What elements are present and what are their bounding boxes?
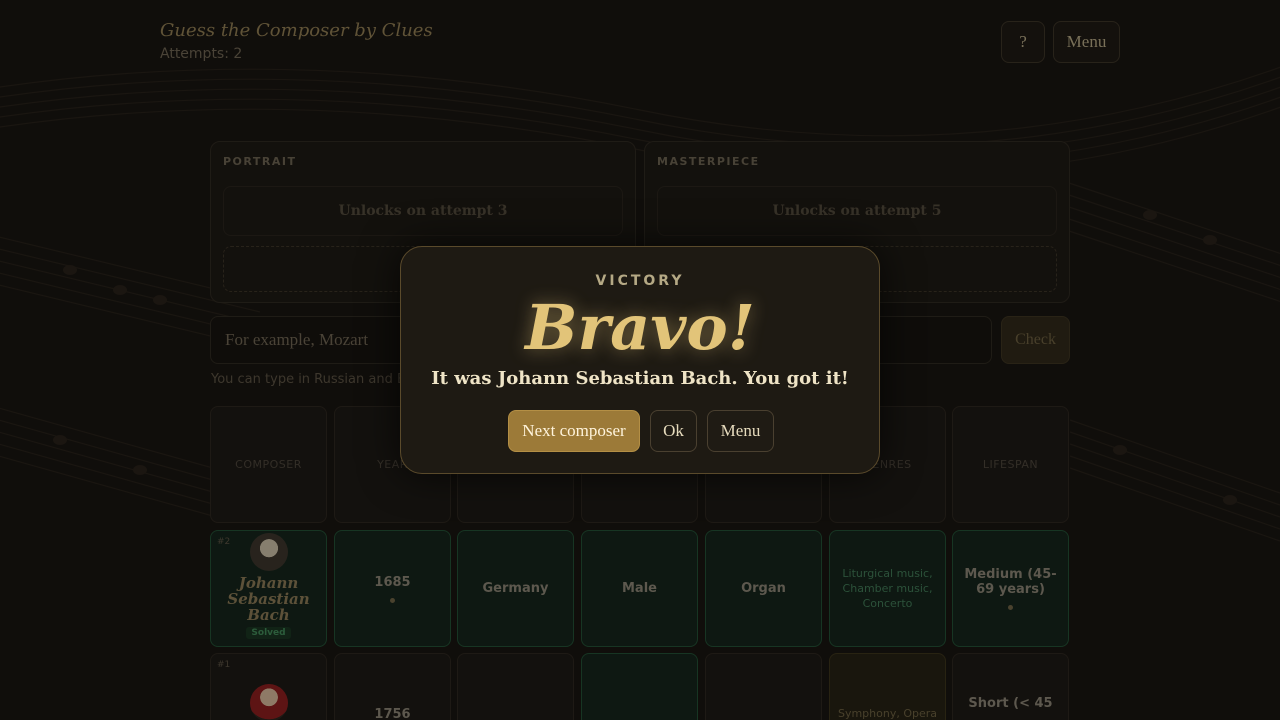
next-composer-button[interactable]: Next composer (508, 410, 640, 452)
game-page: Guess the Composer by Clues Attempts: 2 … (0, 0, 1280, 720)
victory-dialog: VICTORY Bravo! It was Johann Sebastian B… (400, 246, 880, 474)
victory-label: VICTORY (595, 273, 685, 289)
result-message: It was Johann Sebastian Bach. You got it… (431, 368, 849, 389)
dialog-menu-button[interactable]: Menu (707, 410, 774, 452)
victory-headline: Bravo! (525, 291, 755, 364)
ok-button[interactable]: Ok (650, 410, 697, 452)
